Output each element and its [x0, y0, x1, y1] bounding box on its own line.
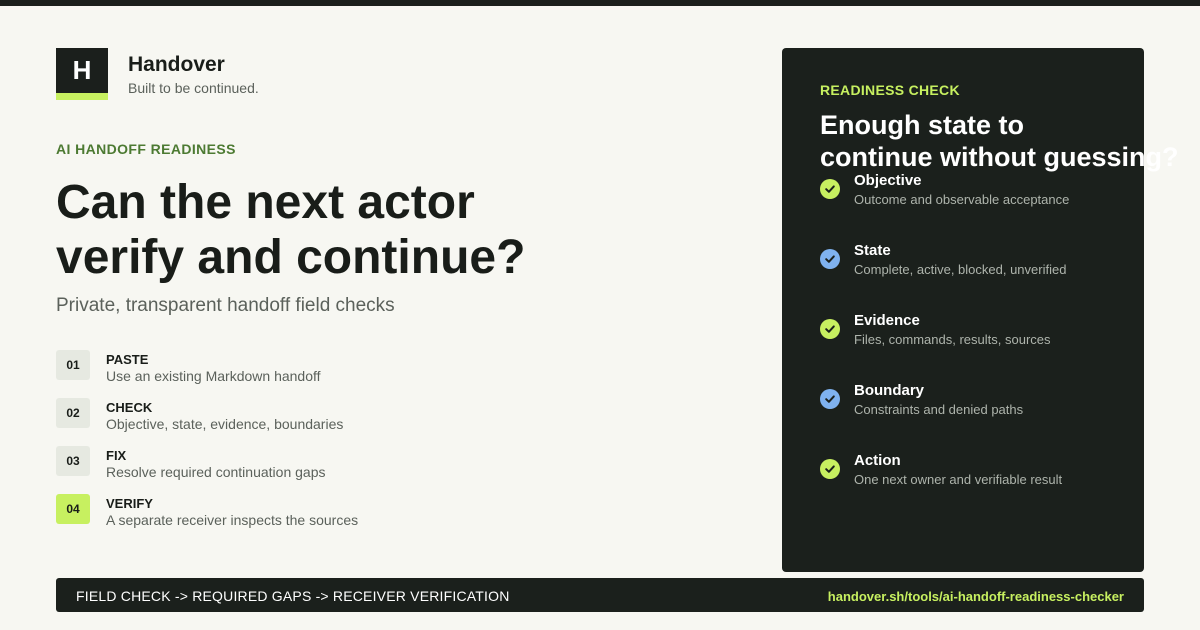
- check-title: Action: [854, 452, 901, 469]
- step-verify: 04 VERIFY A separate receiver inspects t…: [56, 494, 736, 542]
- panel-title-line-1: Enough state to: [820, 110, 1024, 140]
- check-circle-icon: [820, 249, 840, 269]
- check-circle-icon: [820, 459, 840, 479]
- step-number-active: 04: [56, 494, 90, 524]
- check-item-action: Action One next owner and verifiable res…: [820, 451, 1130, 521]
- check-circle-icon: [820, 319, 840, 339]
- step-description: A separate receiver inspects the sources: [106, 512, 359, 528]
- step-fix: 03 FIX Resolve required continuation gap…: [56, 446, 736, 494]
- panel-label: READINESS CHECK: [820, 82, 960, 98]
- step-title: VERIFY: [106, 496, 153, 511]
- check-description: Constraints and denied paths: [854, 402, 1024, 417]
- check-title: Objective: [854, 172, 922, 189]
- check-description: Complete, active, blocked, unverified: [854, 262, 1067, 277]
- brand-tagline: Built to be continued.: [128, 80, 259, 96]
- check-item-objective: Objective Outcome and observable accepta…: [820, 171, 1130, 241]
- footer-bar: FIELD CHECK -> REQUIRED GAPS -> RECEIVER…: [56, 578, 1144, 612]
- steps-list: 01 PASTE Use an existing Markdown handof…: [56, 350, 736, 542]
- check-circle-icon: [820, 179, 840, 199]
- readiness-panel: READINESS CHECK Enough state to continue…: [782, 48, 1178, 572]
- check-title: Boundary: [854, 382, 925, 399]
- brand-name: Handover: [128, 53, 225, 76]
- step-number: 03: [56, 446, 90, 476]
- headline-line-2: verify and continue?: [56, 231, 526, 284]
- check-circle-icon: [820, 389, 840, 409]
- panel-title: Enough state to continue without guessin…: [820, 109, 1200, 173]
- step-check: 02 CHECK Objective, state, evidence, bou…: [56, 398, 736, 446]
- check-title: State: [854, 242, 891, 259]
- step-description: Objective, state, evidence, boundaries: [106, 416, 344, 432]
- check-item-state: State Complete, active, blocked, unverif…: [820, 241, 1130, 311]
- check-description: Files, commands, results, sources: [854, 332, 1051, 347]
- check-description: One next owner and verifiable result: [854, 472, 1063, 487]
- brand-logo: H: [56, 48, 108, 100]
- step-title: CHECK: [106, 400, 153, 415]
- step-title: PASTE: [106, 352, 149, 367]
- step-paste: 01 PASTE Use an existing Markdown handof…: [56, 350, 736, 398]
- step-description: Resolve required continuation gaps: [106, 464, 326, 480]
- check-item-evidence: Evidence Files, commands, results, sourc…: [820, 311, 1130, 381]
- check-item-boundary: Boundary Constraints and denied paths: [820, 381, 1130, 451]
- eyebrow-label: AI HANDOFF READINESS: [56, 141, 236, 157]
- footer-flow-text: FIELD CHECK -> REQUIRED GAPS -> RECEIVER…: [76, 588, 510, 604]
- panel-title-line-2: continue without guessing?: [820, 142, 1179, 172]
- top-bar: [0, 0, 1200, 6]
- headline: Can the next actor verify and continue?: [56, 175, 756, 285]
- step-description: Use an existing Markdown handoff: [106, 368, 321, 384]
- subheadline: Private, transparent handoff field check…: [56, 295, 395, 316]
- step-number: 02: [56, 398, 90, 428]
- check-description: Outcome and observable acceptance: [854, 192, 1070, 207]
- step-title: FIX: [106, 448, 127, 463]
- readiness-checklist: Objective Outcome and observable accepta…: [820, 171, 1130, 521]
- footer-url-link[interactable]: handover.sh/tools/ai-handoff-readiness-c…: [828, 589, 1124, 604]
- headline-line-1: Can the next actor: [56, 176, 475, 229]
- step-number: 01: [56, 350, 90, 380]
- check-title: Evidence: [854, 312, 920, 329]
